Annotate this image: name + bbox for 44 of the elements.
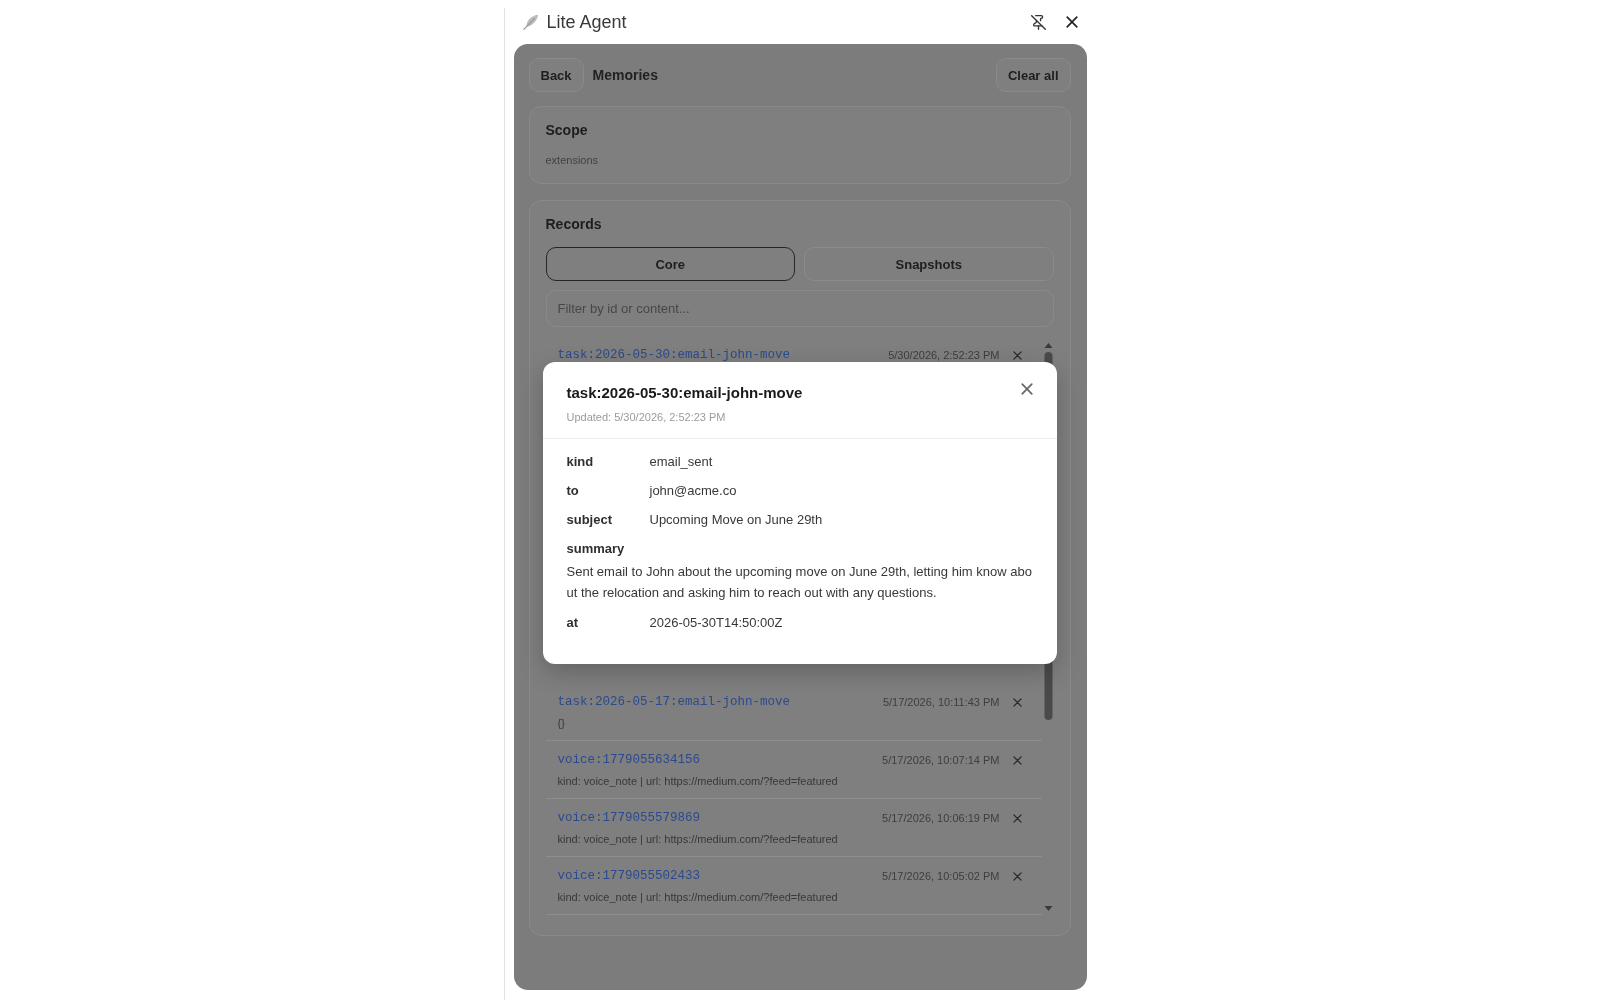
scope-value: extensions (545, 153, 599, 167)
delete-icon[interactable] (1012, 755, 1022, 765)
record-time: 5/17/2026, 10:05:02 PM (882, 869, 1000, 883)
delete-icon[interactable] (1012, 697, 1022, 707)
record-summary: kind: voice_note | url: https://medium.com/?feed=featured (557, 832, 838, 847)
record-time: 5/17/2026, 10:11:43 PM (882, 695, 1000, 709)
record-summary: {} (557, 716, 565, 731)
record-id-link[interactable]: voice:1779055502433 (557, 869, 870, 883)
page-title: Memories (592, 66, 658, 84)
field-value: john@acme.co (649, 482, 737, 500)
record-id-link[interactable]: task:2026-05-17:email-john-move (557, 695, 870, 709)
delete-icon[interactable] (1012, 813, 1022, 823)
scope-heading: Scope (545, 121, 588, 139)
delete-icon[interactable] (1012, 350, 1022, 360)
field-value: email_sent (649, 453, 713, 471)
field-value: 2026-05-30T14:50:00Z (649, 614, 783, 632)
field-label: to (566, 482, 579, 500)
records-tab[interactable]: Core (545, 247, 795, 281)
record-time: 5/17/2026, 10:07:14 PM (882, 753, 1000, 767)
delete-icon[interactable] (1012, 871, 1022, 881)
records-heading: Records (545, 215, 602, 233)
app-title: Lite Agent (546, 11, 628, 33)
clear-all-button[interactable]: Clear all (995, 58, 1071, 92)
record-summary: kind: voice_note | url: https://medium.com/?feed=featured (557, 890, 838, 905)
record-time: 5/30/2026, 2:52:23 PM (888, 348, 1000, 362)
field-label: at (566, 614, 579, 632)
dialog-updated: Updated: 5/30/2026, 2:52:23 PM (566, 410, 727, 424)
field-value: Upcoming Move on June 29th (649, 511, 823, 529)
dialog-title: task:2026-05-30:email-john-move (566, 383, 803, 402)
record-summary: kind: voice_note | url: https://medium.com/?feed=featured (557, 774, 838, 789)
filter-input[interactable]: Filter by id or content... (545, 290, 1054, 327)
field-label: kind (566, 453, 594, 471)
field-label: summary (566, 540, 625, 558)
record-time: 5/17/2026, 10:06:19 PM (882, 811, 1000, 825)
record-id-link[interactable]: voice:1779055579869 (557, 811, 870, 825)
pin-off-icon[interactable] (1030, 14, 1046, 30)
field-label: subject (566, 511, 612, 529)
field-paragraph: Sent email to John about the upcoming move on June 29th, letting him know about the relocation and asking him to reach out with any questions. (566, 563, 1033, 602)
records-tab[interactable]: Snapshots (804, 247, 1054, 281)
record-id-link[interactable]: task:2026-05-30:email-john-move (557, 348, 876, 362)
feather-icon (522, 14, 539, 30)
close-icon[interactable] (1065, 16, 1078, 28)
back-button[interactable]: Back (528, 58, 584, 92)
record-id-link[interactable]: voice:1779055634156 (557, 753, 870, 767)
